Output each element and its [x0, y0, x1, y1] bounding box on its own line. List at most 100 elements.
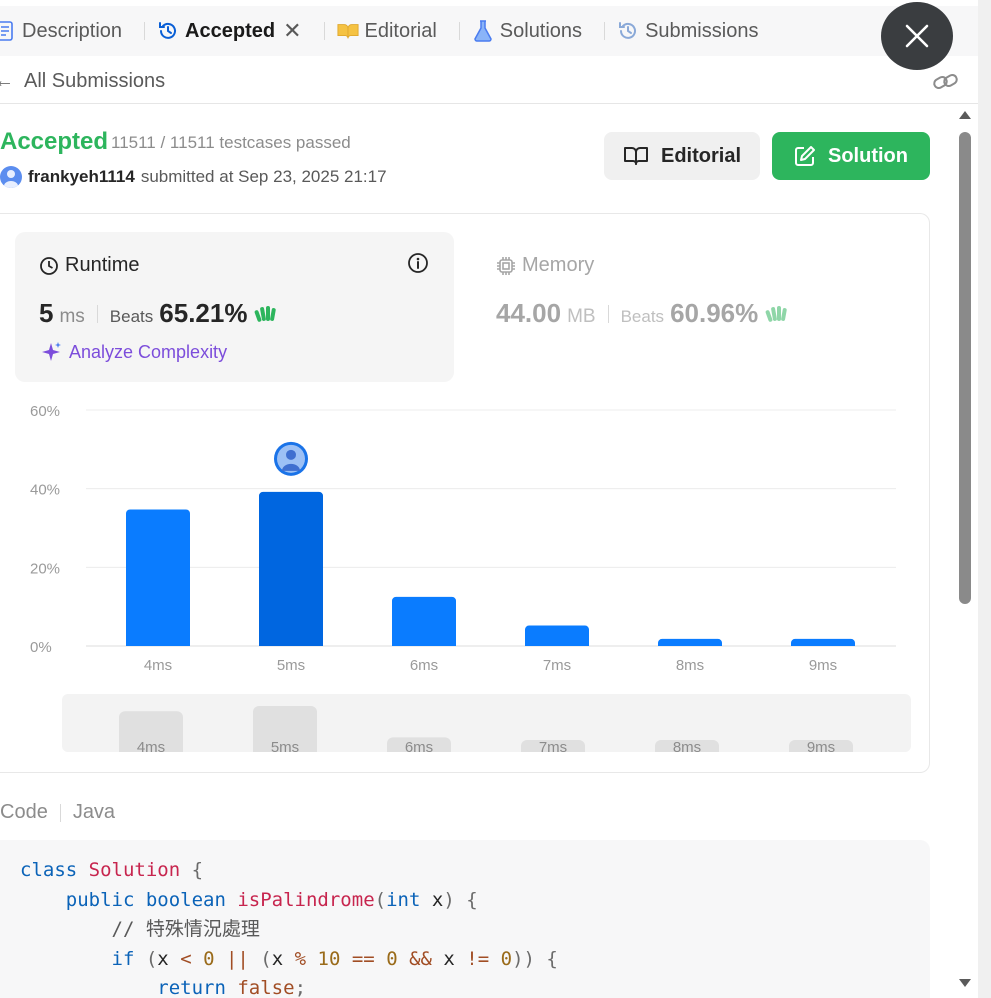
tab-submissions[interactable]: Submissions — [617, 6, 768, 56]
x-tick-label: 8ms — [676, 657, 704, 674]
tab-separator — [144, 22, 146, 40]
code-token: class — [20, 859, 89, 881]
code-token: % — [294, 947, 318, 970]
chart-bar[interactable] — [392, 596, 456, 646]
tab-label: Submissions — [645, 19, 759, 42]
code-token: ( — [374, 888, 387, 911]
close-tab-icon[interactable]: ✕ — [283, 18, 301, 44]
edit-icon — [795, 146, 815, 166]
code-token: == — [351, 947, 387, 970]
runtime-distribution-chart: 0% 20% 40% 60% 4ms 5ms 6ms 7ms 8ms 9ms — [30, 403, 896, 674]
memory-label: Memory — [522, 254, 595, 276]
history-icon — [617, 20, 639, 42]
code-token: 0 — [500, 947, 513, 970]
analyze-complexity-button[interactable]: Analyze Complexity — [39, 340, 227, 364]
memory-value: 44.00 — [496, 298, 562, 328]
y-tick-label: 0% — [30, 639, 52, 656]
close-icon — [905, 24, 929, 48]
code-token: { — [180, 859, 204, 881]
vertical-scrollbar[interactable] — [955, 106, 977, 998]
tab-editorial[interactable]: Editorial — [336, 6, 447, 56]
code-token: isPalindrome — [237, 888, 375, 911]
runtime-box[interactable]: Runtime 5 ms Beats 65.21% Analyze Comple… — [15, 232, 454, 382]
editorial-button[interactable]: Editorial — [604, 132, 760, 180]
tab-separator — [604, 22, 606, 40]
memory-beats-label: Beats — [620, 307, 665, 326]
tab-accepted[interactable]: Accepted ✕ — [157, 6, 311, 56]
navigator-label: 4ms — [137, 739, 165, 752]
code-token: ; — [294, 977, 307, 998]
flask-icon — [472, 20, 494, 42]
submission-status: Accepted — [0, 128, 109, 155]
code-token: x — [271, 947, 295, 970]
back-arrow-icon[interactable]: ← — [0, 70, 14, 93]
y-tick-label: 20% — [30, 560, 60, 577]
chart-bar[interactable] — [259, 491, 323, 646]
code-line: // 特殊情況處理 — [20, 915, 930, 945]
code-block[interactable]: class Solution { public boolean isPalind… — [0, 840, 930, 998]
code-line: return false; — [20, 974, 930, 998]
chart-bar[interactable] — [525, 625, 589, 646]
link-icon[interactable] — [932, 70, 960, 99]
clock-icon — [40, 256, 58, 275]
code-token: 0 — [203, 947, 226, 970]
navigator-label: 9ms — [807, 739, 835, 752]
memory-values[interactable]: 44.00 MB Beats 60.96% — [496, 298, 788, 329]
code-line: class Solution { — [20, 856, 930, 886]
solution-button[interactable]: Solution — [772, 132, 930, 180]
code-token: x — [431, 888, 444, 911]
navigator-label: 7ms — [539, 739, 567, 752]
code-line: public boolean isPalindrome(int x) { — [20, 886, 930, 916]
clap-icon — [255, 305, 277, 322]
chart-bar[interactable] — [658, 638, 722, 646]
x-tick-label: 7ms — [543, 657, 571, 674]
book-icon — [623, 147, 648, 165]
chart-range-navigator[interactable]: 4ms 5ms 6ms 7ms 8ms 9ms — [62, 694, 911, 752]
code-language: Java — [72, 801, 116, 823]
chart-bar[interactable] — [126, 509, 190, 646]
code-token: return — [157, 977, 238, 998]
code-token: false — [237, 977, 295, 998]
username-link[interactable]: frankyeh1114 — [28, 167, 135, 187]
code-token: 0 — [386, 947, 410, 970]
book-icon — [336, 20, 359, 42]
chart-bar[interactable] — [791, 638, 855, 646]
user-marker-head — [286, 449, 296, 460]
y-tick-label: 60% — [30, 403, 60, 420]
divider — [96, 304, 98, 323]
scrollbar-thumb[interactable] — [959, 132, 971, 604]
code-label: Code — [0, 801, 48, 823]
document-icon — [0, 20, 16, 42]
runtime-label: Runtime — [65, 254, 140, 276]
all-submissions-link[interactable]: All Submissions — [24, 70, 165, 93]
info-icon[interactable] — [407, 252, 429, 279]
tab-separator — [323, 22, 325, 40]
x-tick-label: 9ms — [809, 657, 837, 674]
navigator-label: 8ms — [673, 739, 701, 752]
y-tick-label: 40% — [30, 482, 60, 499]
submitter-line: frankyeh1114 submitted at Sep 23, 2025 2… — [0, 166, 387, 188]
scroll-up-icon[interactable] — [958, 110, 972, 120]
code-token: != — [466, 947, 501, 970]
scroll-down-icon[interactable] — [958, 978, 972, 988]
tab-label: Accepted — [185, 19, 276, 42]
tab-label: Solutions — [499, 19, 583, 42]
tab-solutions[interactable]: Solutions — [472, 6, 592, 56]
divider — [59, 803, 61, 822]
runtime-beats-label: Beats — [109, 307, 154, 326]
avatar[interactable] — [0, 166, 22, 188]
code-token: )) { — [512, 947, 558, 970]
sparkle-icon — [42, 342, 61, 361]
memory-unit: MB — [567, 306, 596, 327]
tab-label: Description — [22, 19, 123, 42]
navigator-label: 6ms — [405, 739, 433, 752]
tab-label: Editorial — [364, 19, 437, 42]
memory-beats-value: 60.96% — [670, 298, 759, 328]
memory-header[interactable]: Memory — [496, 254, 594, 277]
clap-icon — [765, 305, 787, 322]
tab-description[interactable]: Description — [0, 6, 132, 56]
submitted-at: submitted at Sep 23, 2025 21:17 — [140, 167, 387, 186]
